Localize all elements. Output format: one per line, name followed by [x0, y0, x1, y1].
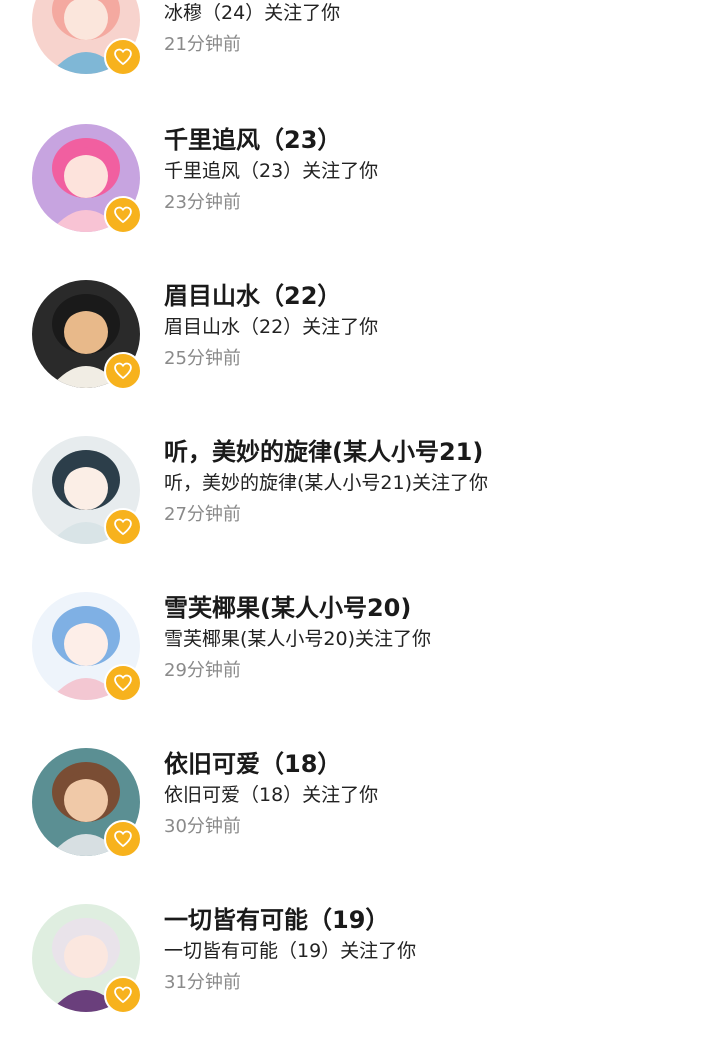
- heart-icon: [114, 206, 132, 223]
- follow-badge: [104, 38, 142, 76]
- timestamp: 23分钟前: [164, 192, 241, 213]
- follow-message: 千里追风（23）关注了你: [164, 160, 379, 182]
- follow-message: 冰穆（24）关注了你: [164, 2, 341, 24]
- follow-badge: [104, 352, 142, 390]
- follow-badge: [104, 196, 142, 234]
- avatar-container[interactable]: [32, 0, 142, 76]
- follow-badge: [104, 820, 142, 858]
- timestamp: 21分钟前: [164, 34, 241, 55]
- avatar-container[interactable]: [32, 592, 142, 702]
- follow-notification-list: 冰穆（24）关注了你 21分钟前 千里追风（23） 千里追风（23）关注了你 2…: [0, 0, 720, 1020]
- user-name[interactable]: 依旧可爱（18）: [164, 748, 341, 780]
- avatar-container[interactable]: [32, 280, 142, 390]
- user-name[interactable]: 一切皆有可能（19）: [164, 904, 389, 936]
- timestamp: 30分钟前: [164, 816, 241, 837]
- avatar-container[interactable]: [32, 124, 142, 234]
- avatar-container[interactable]: [32, 436, 142, 546]
- follow-message: 听，美妙的旋律(某人小号21)关注了你: [164, 472, 489, 494]
- timestamp: 31分钟前: [164, 972, 241, 993]
- notification-item[interactable]: 依旧可爱（18） 依旧可爱（18）关注了你 30分钟前: [0, 748, 720, 904]
- notification-item[interactable]: 冰穆（24）关注了你 21分钟前: [0, 0, 720, 122]
- notification-item[interactable]: 听，美妙的旋律(某人小号21) 听，美妙的旋律(某人小号21)关注了你 27分钟…: [0, 436, 720, 592]
- follow-message: 依旧可爱（18）关注了你: [164, 784, 379, 806]
- heart-icon: [114, 48, 132, 66]
- follow-message: 雪芙椰果(某人小号20)关注了你: [164, 628, 432, 650]
- user-name[interactable]: 雪芙椰果(某人小号20): [164, 592, 411, 624]
- follow-message: 一切皆有可能（19）关注了你: [164, 940, 417, 962]
- user-name[interactable]: 眉目山水（22）: [164, 280, 341, 312]
- user-name[interactable]: 千里追风（23）: [164, 124, 341, 156]
- follow-badge: [104, 508, 142, 546]
- notification-item[interactable]: 千里追风（23） 千里追风（23）关注了你 23分钟前: [0, 124, 720, 280]
- notification-item[interactable]: 雪芙椰果(某人小号20) 雪芙椰果(某人小号20)关注了你 29分钟前: [0, 592, 720, 748]
- notification-item[interactable]: 眉目山水（22） 眉目山水（22）关注了你 25分钟前: [0, 280, 720, 436]
- heart-icon: [114, 362, 132, 379]
- timestamp: 29分钟前: [164, 660, 241, 681]
- heart-icon: [114, 518, 132, 535]
- follow-message: 眉目山水（22）关注了你: [164, 316, 379, 338]
- avatar-container[interactable]: [32, 904, 142, 1014]
- user-name[interactable]: 听，美妙的旋律(某人小号21): [164, 436, 483, 468]
- follow-badge: [104, 976, 142, 1014]
- avatar-container[interactable]: [32, 748, 142, 858]
- notification-item[interactable]: 一切皆有可能（19） 一切皆有可能（19）关注了你 31分钟前: [0, 904, 720, 1060]
- timestamp: 27分钟前: [164, 504, 241, 525]
- timestamp: 25分钟前: [164, 348, 241, 369]
- heart-icon: [114, 986, 132, 1003]
- follow-badge: [104, 664, 142, 702]
- heart-icon: [114, 674, 132, 691]
- heart-icon: [114, 830, 132, 847]
